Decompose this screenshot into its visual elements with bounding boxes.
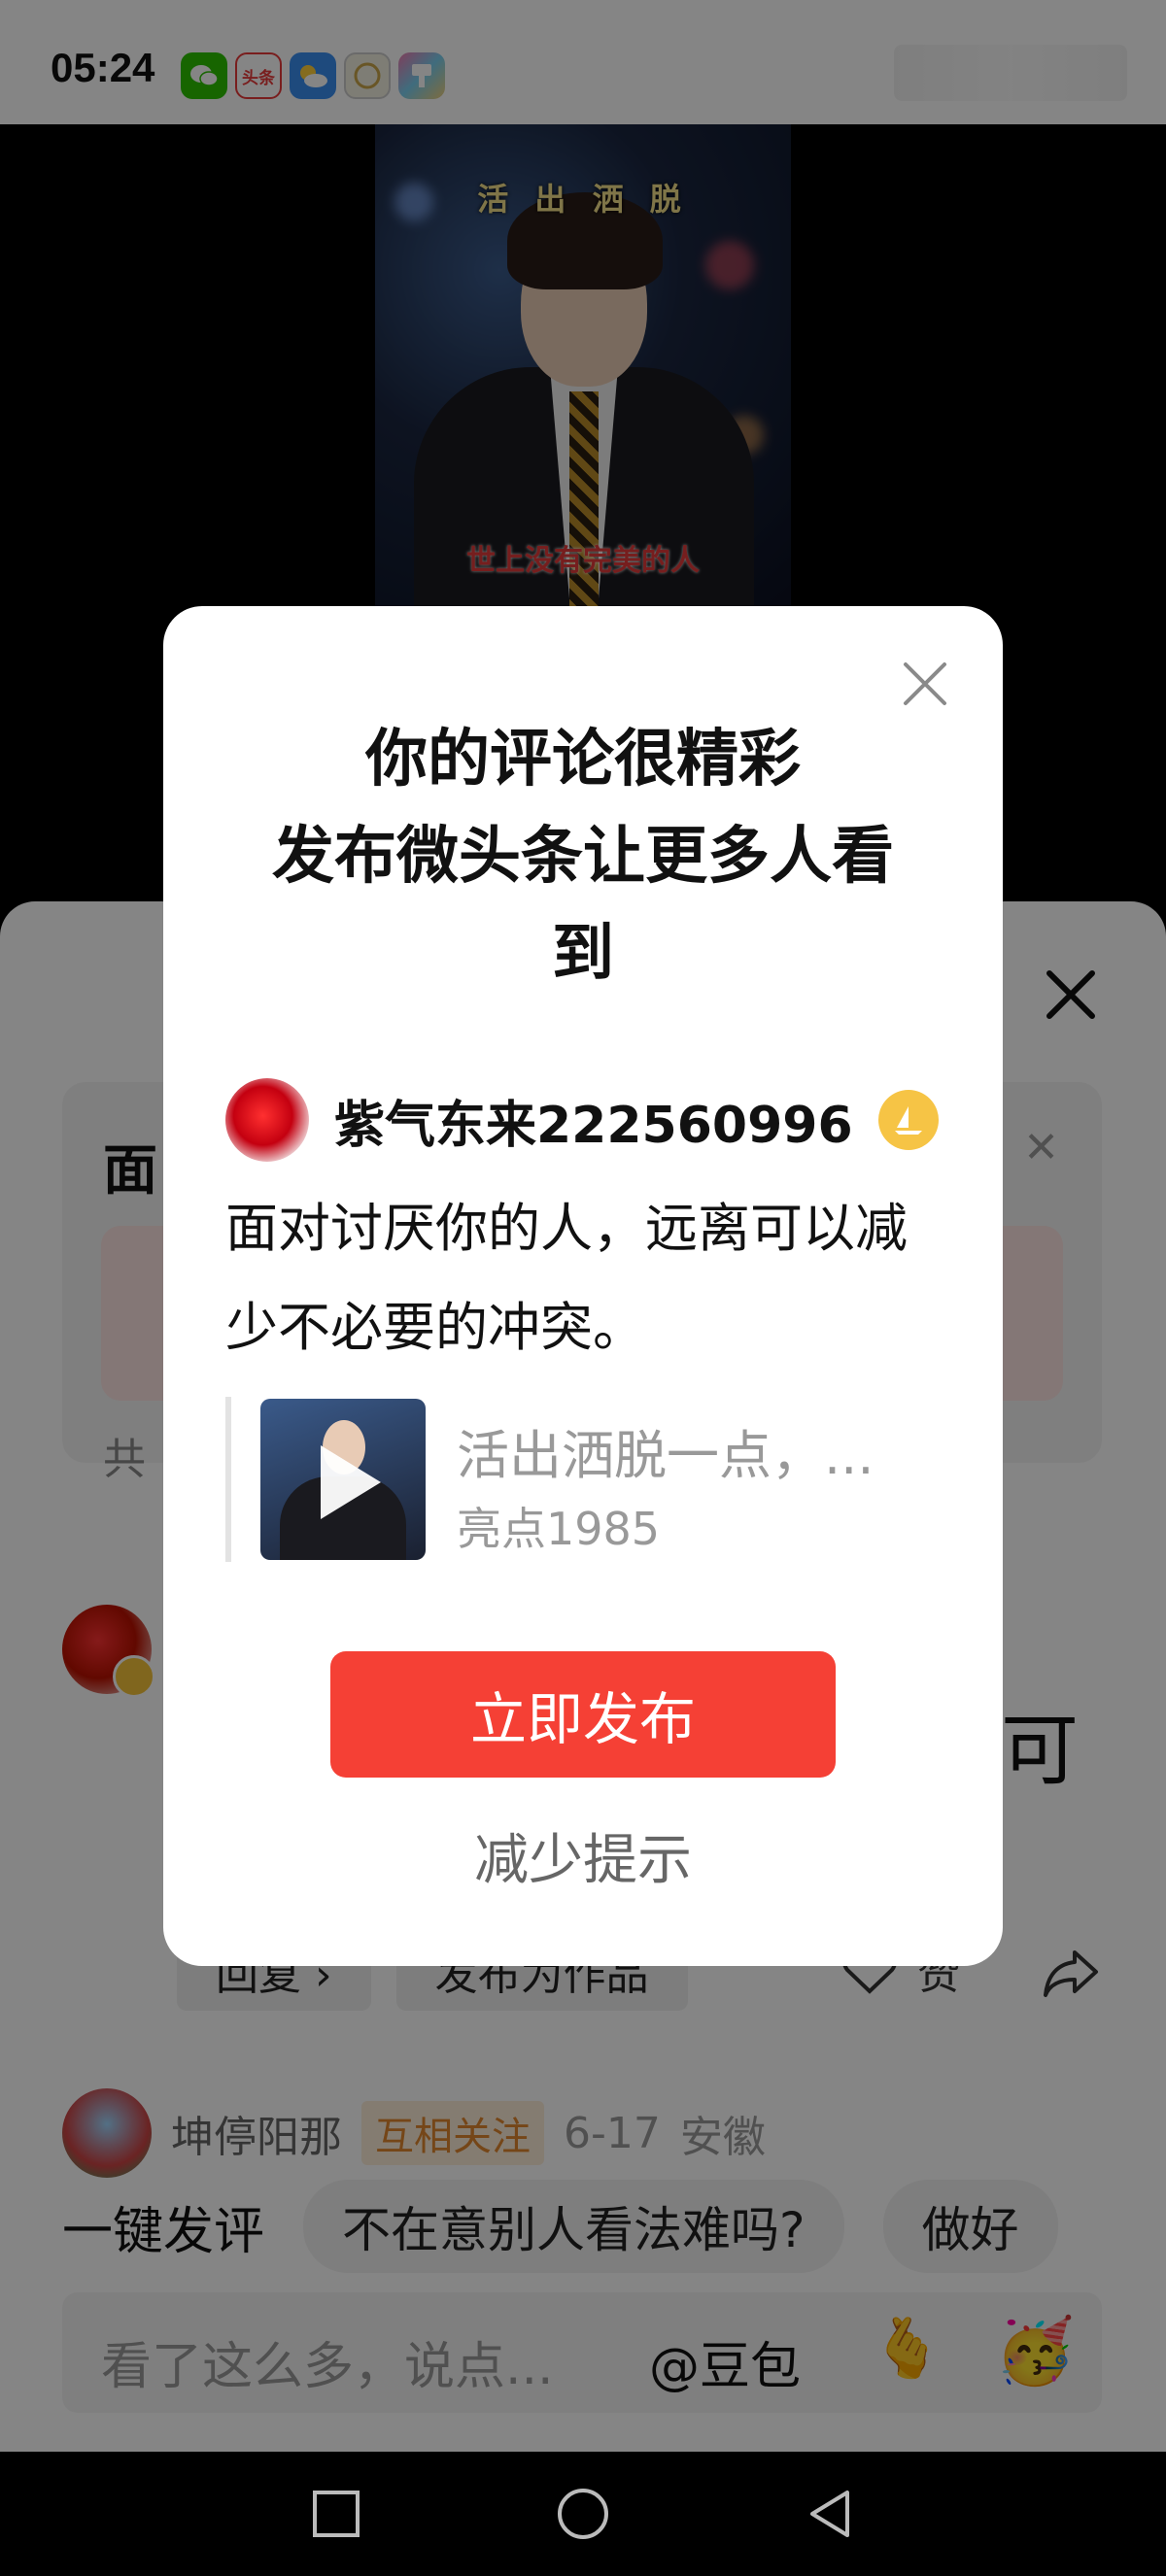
quoted-video: 活出洒脱一点，... 亮点1985	[225, 1397, 941, 1562]
post-author: 紫气东来222560996	[225, 1078, 939, 1162]
close-icon[interactable]	[896, 655, 954, 713]
home-icon[interactable]	[554, 2485, 612, 2543]
post-comment-text: 面对讨厌你的人，远离可以减少不必要的冲突。	[225, 1198, 908, 1358]
dialog-title: 你的评论很精彩 发布微头条让更多人看 到	[202, 711, 964, 1002]
recent-apps-icon[interactable]	[307, 2485, 365, 2543]
dialog-title-line: 发布微头条让更多人看	[272, 821, 894, 893]
post-username: 紫气东来222560996	[334, 1096, 853, 1155]
play-icon	[321, 1445, 381, 1519]
video-thumbnail	[260, 1399, 426, 1560]
reduce-prompts-button[interactable]: 减少提示	[330, 1813, 836, 1910]
quoted-video-title: 活出洒脱一点，...	[457, 1425, 874, 1486]
quoted-video-author: 亮点1985	[457, 1503, 661, 1555]
sailboat-badge-icon	[877, 1090, 939, 1150]
back-icon[interactable]	[803, 2485, 861, 2543]
navigation-bar	[0, 2452, 1166, 2576]
avatar	[225, 1078, 309, 1162]
dialog-title-line: 你的评论很精彩	[365, 724, 801, 796]
publish-now-button[interactable]: 立即发布	[330, 1651, 836, 1778]
dialog-title-line: 到	[552, 918, 614, 990]
publish-prompt-dialog: 你的评论很精彩 发布微头条让更多人看 到 紫气东来222560996 面对讨厌你…	[163, 606, 1003, 1966]
